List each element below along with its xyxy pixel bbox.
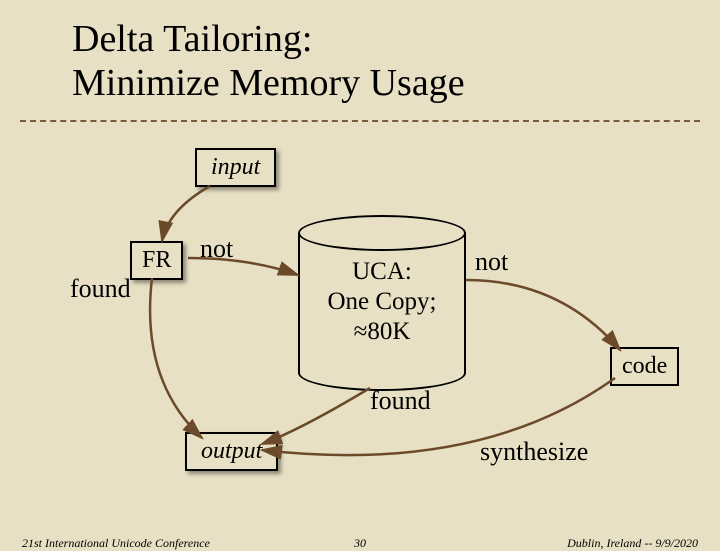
synthesize-label: synthesize xyxy=(480,437,588,467)
code-label: code xyxy=(622,353,667,379)
arrow-input-fr xyxy=(162,186,210,241)
uca-cylinder: UCA: One Copy; ≈80K xyxy=(298,215,466,375)
output-box: output xyxy=(185,432,278,471)
not-label-2: not xyxy=(475,247,508,277)
cylinder-line3: ≈80K xyxy=(298,317,466,347)
title-line1: Delta Tailoring:Minimize Memory Usage xyxy=(72,18,465,104)
cylinder-text: UCA: One Copy; ≈80K xyxy=(298,257,466,347)
output-label: output xyxy=(201,438,262,464)
cylinder-line1: UCA: xyxy=(298,257,466,287)
fr-label: FR xyxy=(142,247,171,273)
found-label-2: found xyxy=(370,386,431,416)
found-label-1: found xyxy=(70,274,131,304)
slide-title: Delta Tailoring:Minimize Memory Usage xyxy=(72,18,465,105)
arrow-fr-output xyxy=(150,278,202,438)
input-label: input xyxy=(211,154,260,180)
fr-box: FR xyxy=(130,241,183,280)
arrow-uca-code xyxy=(466,280,620,350)
title-divider xyxy=(20,120,700,122)
cylinder-line2: One Copy; xyxy=(298,287,466,317)
input-box: input xyxy=(195,148,276,187)
footer-right: Dublin, Ireland -- 9/9/2020 xyxy=(567,536,698,551)
not-label-1: not xyxy=(200,234,233,264)
code-box: code xyxy=(610,347,679,386)
cylinder-top xyxy=(298,215,466,251)
